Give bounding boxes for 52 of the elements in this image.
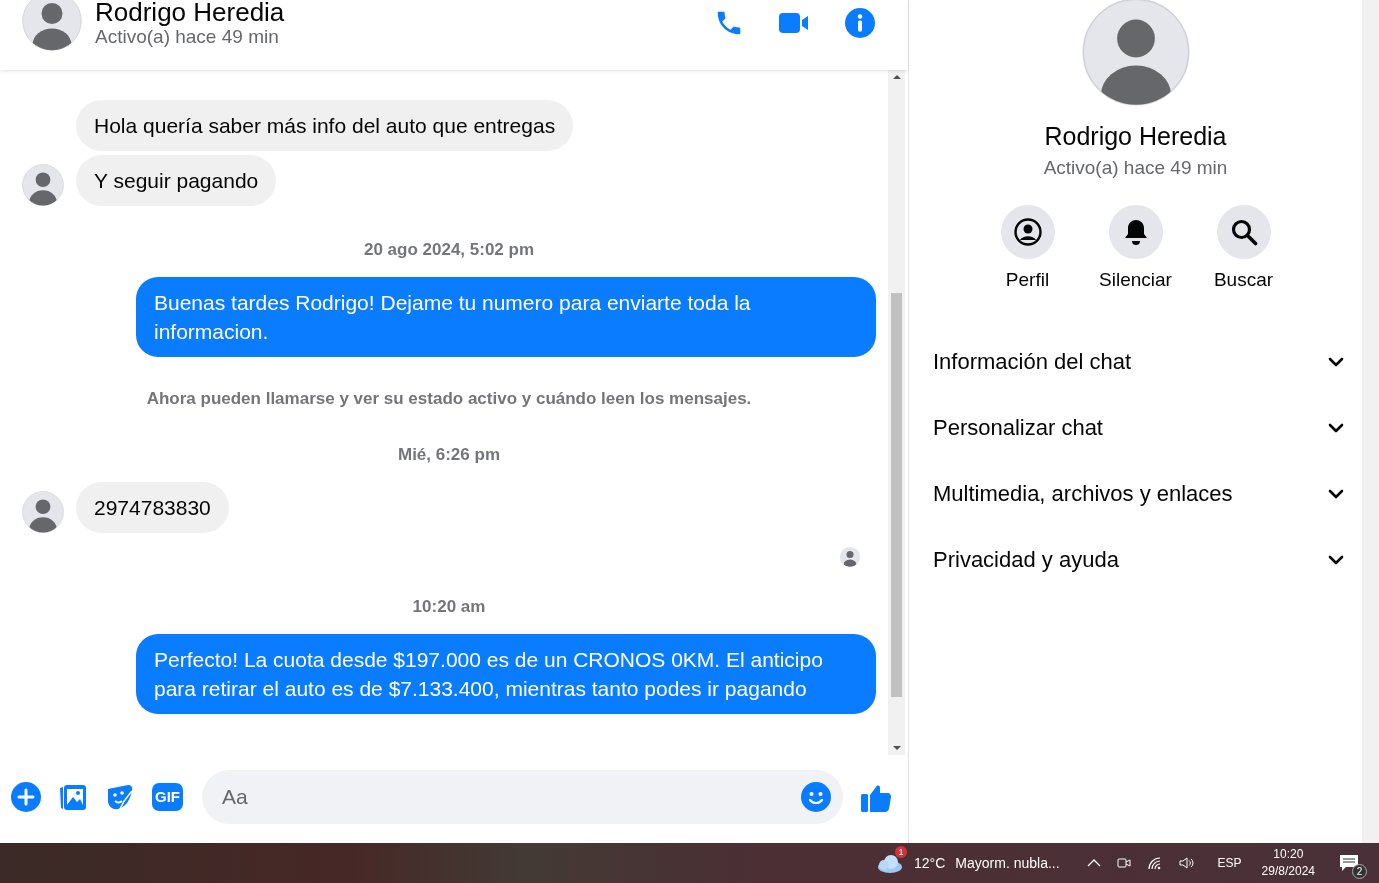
action-button[interactable] [1108, 205, 1163, 259]
contact-status: Activo(a) hace 49 min [95, 26, 280, 48]
search-icon [1229, 218, 1258, 246]
speaker-icon[interactable] [1178, 856, 1195, 870]
action-label: Perfil [1005, 269, 1050, 291]
profile-name: Rodrigo Heredia [1044, 122, 1227, 151]
image-icon[interactable] [58, 782, 88, 812]
wifi-icon[interactable] [1146, 856, 1163, 870]
message-field[interactable]: Aa [202, 770, 843, 824]
sticker-icon[interactable] [105, 782, 135, 812]
notifications-icon[interactable] [1339, 853, 1359, 873]
section-header[interactable]: Información del chat [909, 329, 1362, 395]
section-header[interactable]: Personalizar chat [909, 395, 1362, 461]
temperature[interactable]: 12°C [914, 855, 946, 871]
profile-status: Activo(a) hace 49 min [1043, 157, 1228, 179]
timestamp: 20 ago 2024, 5:02 pm [363, 240, 535, 260]
gif-button[interactable]: GIF [152, 783, 183, 811]
read-receipt-avatar [840, 547, 860, 567]
chevron-up-icon[interactable] [1086, 858, 1101, 868]
camera-icon[interactable] [1116, 855, 1131, 871]
emoji-icon[interactable] [801, 782, 831, 812]
bell-icon [1122, 218, 1149, 246]
language-indicator[interactable]: ESP [1217, 856, 1242, 870]
chat-notice: Ahora pueden llamarse y ver su estado activo y cuándo leen los mensajes. [146, 389, 752, 409]
weather-text[interactable]: Mayorm. nubla... [955, 855, 1060, 871]
page-scrollbar[interactable] [1362, 0, 1379, 843]
timestamp: Mié, 6:26 pm [397, 445, 500, 465]
sender-avatar [22, 491, 64, 533]
clock[interactable]: 10:20 29/8/2024 [1261, 846, 1315, 880]
notification-count-badge: 2 [1352, 864, 1367, 879]
sender-avatar [22, 164, 64, 206]
message-bubble: Perfecto! La cuota desde $197.000 es de un CRONOS 0KM. El anticipo para retirar el auto es de $7.133.400, mientras tanto podes ir pagando [136, 634, 876, 714]
timestamp: 10:20 am [412, 597, 486, 617]
section-header[interactable]: Privacidad y ayuda [909, 527, 1362, 593]
scrollbar[interactable] [888, 70, 905, 755]
action-label: Buscar [1213, 269, 1274, 291]
info-icon[interactable] [844, 7, 876, 39]
person-icon [1012, 217, 1043, 247]
action-label: Silenciar [1099, 269, 1172, 291]
message-input[interactable]: Aa [220, 784, 801, 810]
message-bubble: 2974783830 [76, 482, 229, 533]
action-button[interactable] [1216, 205, 1271, 259]
video-camera-icon[interactable] [778, 10, 810, 36]
message-bubble: Buenas tardes Rodrigo! Dejame tu numero para enviarte toda la informacion. [136, 277, 876, 357]
plus-icon[interactable] [11, 782, 41, 812]
message-bubble: Hola quería saber más info del auto que entregas [76, 100, 574, 151]
contact-name: Rodrigo Heredia [95, 0, 286, 26]
notification-badge: 1 [895, 846, 908, 858]
action-button[interactable] [1000, 205, 1055, 259]
contact-avatar [22, 0, 82, 51]
message-bubble: Y seguir pagando [76, 155, 277, 206]
section-header[interactable]: Multimedia, archivos y enlaces [909, 461, 1362, 527]
